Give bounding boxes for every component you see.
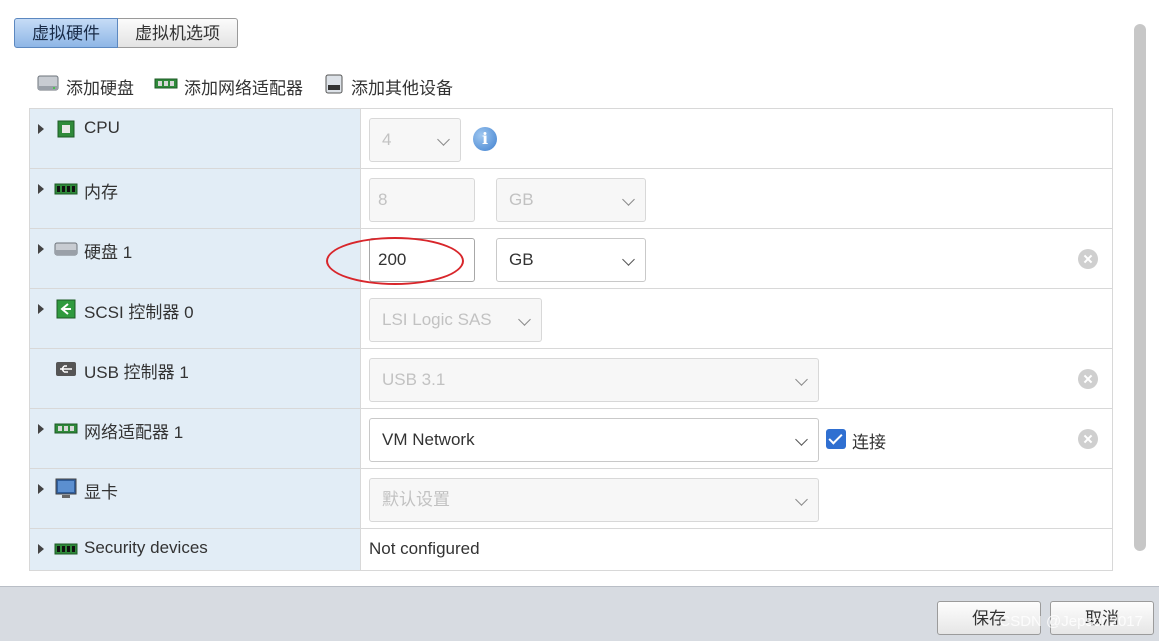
- expand-caret-icon[interactable]: [38, 244, 44, 254]
- scsi-type-value: LSI Logic SAS: [382, 310, 492, 329]
- usb-type-select[interactable]: USB 3.1: [369, 358, 819, 402]
- info-icon[interactable]: i: [473, 127, 497, 151]
- expand-caret-icon[interactable]: [38, 304, 44, 314]
- network-card-icon: [154, 76, 178, 97]
- dialog-footer: 保存 取消 CSDN @Jepson2017: [0, 586, 1159, 641]
- monitor-icon: [54, 478, 78, 499]
- disk-unit-value: GB: [509, 250, 534, 269]
- expand-caret-icon[interactable]: [38, 184, 44, 194]
- chevron-down-icon: [795, 493, 808, 506]
- cpu-count-value: 4: [382, 130, 392, 149]
- memory-row: 内存 8 GB: [30, 169, 1112, 229]
- memory-unit-select[interactable]: GB: [496, 178, 646, 222]
- usb-controller-row: USB 控制器 1 USB 3.1: [30, 349, 1112, 409]
- connect-checkbox[interactable]: [826, 429, 846, 449]
- video-settings-select[interactable]: 默认设置: [369, 478, 819, 522]
- hard-disk-label: 硬盘 1: [84, 243, 133, 262]
- tab-virtual-hardware[interactable]: 虚拟硬件: [14, 18, 118, 48]
- add-other-device-button[interactable]: 添加其他设备: [323, 74, 453, 98]
- hardware-table: CPU 4 i 内存 8 GB 硬盘 1 200 GB SCSI 控制器 0 L…: [29, 108, 1113, 571]
- usb-type-value: USB 3.1: [382, 370, 446, 389]
- chevron-down-icon: [795, 373, 808, 386]
- remove-usb-icon[interactable]: [1078, 369, 1098, 389]
- network-adapter-label: 网络适配器 1: [84, 423, 184, 442]
- add-disk-button[interactable]: 添加硬盘: [36, 74, 134, 98]
- hard-disk-icon: [54, 239, 78, 259]
- scsi-label: SCSI 控制器 0: [84, 303, 194, 322]
- add-network-adapter-button[interactable]: 添加网络适配器: [154, 74, 303, 98]
- security-devices-value: Not configured: [369, 539, 480, 558]
- network-adapter-label-cell: 网络适配器 1: [30, 409, 361, 468]
- scsi-label-cell: SCSI 控制器 0: [30, 289, 361, 348]
- memory-size-value: 8: [378, 190, 388, 209]
- chevron-down-icon: [437, 133, 450, 146]
- expand-caret-icon[interactable]: [38, 544, 44, 554]
- network-select[interactable]: VM Network: [369, 418, 819, 462]
- cpu-label-cell: CPU: [30, 109, 361, 168]
- hard-disk-row: 硬盘 1 200 GB: [30, 229, 1112, 289]
- tab-vm-options[interactable]: 虚拟机选项: [118, 18, 238, 48]
- hard-disk-icon: [36, 74, 60, 99]
- security-device-icon: [54, 539, 78, 559]
- chevron-down-icon: [518, 313, 531, 326]
- scsi-controller-row: SCSI 控制器 0 LSI Logic SAS: [30, 289, 1112, 349]
- network-value: VM Network: [382, 430, 475, 449]
- memory-icon: [54, 179, 78, 199]
- expand-caret-icon[interactable]: [38, 424, 44, 434]
- remove-disk-icon[interactable]: [1078, 249, 1098, 269]
- disk-size-input[interactable]: 200: [369, 238, 475, 282]
- vertical-scrollbar[interactable]: [1134, 24, 1146, 551]
- add-disk-label: 添加硬盘: [66, 78, 134, 98]
- video-settings-value: 默认设置: [382, 490, 450, 509]
- usb-label-cell: USB 控制器 1: [30, 349, 361, 408]
- cpu-icon: [54, 119, 78, 139]
- cpu-count-select[interactable]: 4: [369, 118, 461, 162]
- security-devices-label-cell: Security devices: [30, 529, 361, 570]
- usb-icon: [54, 359, 78, 379]
- chevron-down-icon: [622, 253, 635, 266]
- cpu-row: CPU 4 i: [30, 109, 1112, 169]
- security-devices-row: Security devices Not configured: [30, 529, 1112, 570]
- cancel-button[interactable]: 取消: [1050, 601, 1154, 635]
- scsi-type-select[interactable]: LSI Logic SAS: [369, 298, 542, 342]
- disk-size-value: 200: [378, 250, 407, 269]
- hard-disk-label-cell: 硬盘 1: [30, 229, 361, 288]
- chevron-down-icon: [622, 193, 635, 206]
- chevron-down-icon: [795, 433, 808, 446]
- memory-label: 内存: [84, 183, 118, 202]
- tab-bar: 虚拟硬件 虚拟机选项: [14, 18, 238, 48]
- security-devices-label: Security devices: [84, 538, 208, 557]
- video-card-label-cell: 显卡: [30, 469, 361, 528]
- cpu-label: CPU: [84, 118, 120, 137]
- remove-network-adapter-icon[interactable]: [1078, 429, 1098, 449]
- scsi-controller-icon: [54, 299, 78, 319]
- network-card-icon: [54, 419, 78, 439]
- add-other-device-label: 添加其他设备: [351, 78, 453, 98]
- network-adapter-row: 网络适配器 1 VM Network 连接: [30, 409, 1112, 469]
- expand-caret-icon[interactable]: [38, 124, 44, 134]
- video-card-row: 显卡 默认设置: [30, 469, 1112, 529]
- save-button[interactable]: 保存: [937, 601, 1041, 635]
- memory-unit-value: GB: [509, 190, 534, 209]
- device-toolbar: 添加硬盘 添加网络适配器 添加其他设备: [36, 74, 473, 98]
- device-icon: [323, 73, 345, 100]
- add-network-adapter-label: 添加网络适配器: [184, 78, 303, 98]
- video-card-label: 显卡: [84, 483, 118, 502]
- expand-caret-icon[interactable]: [38, 484, 44, 494]
- disk-unit-select[interactable]: GB: [496, 238, 646, 282]
- memory-label-cell: 内存: [30, 169, 361, 228]
- connect-label: 连接: [852, 433, 886, 452]
- usb-label: USB 控制器 1: [84, 363, 189, 382]
- memory-size-input[interactable]: 8: [369, 178, 475, 222]
